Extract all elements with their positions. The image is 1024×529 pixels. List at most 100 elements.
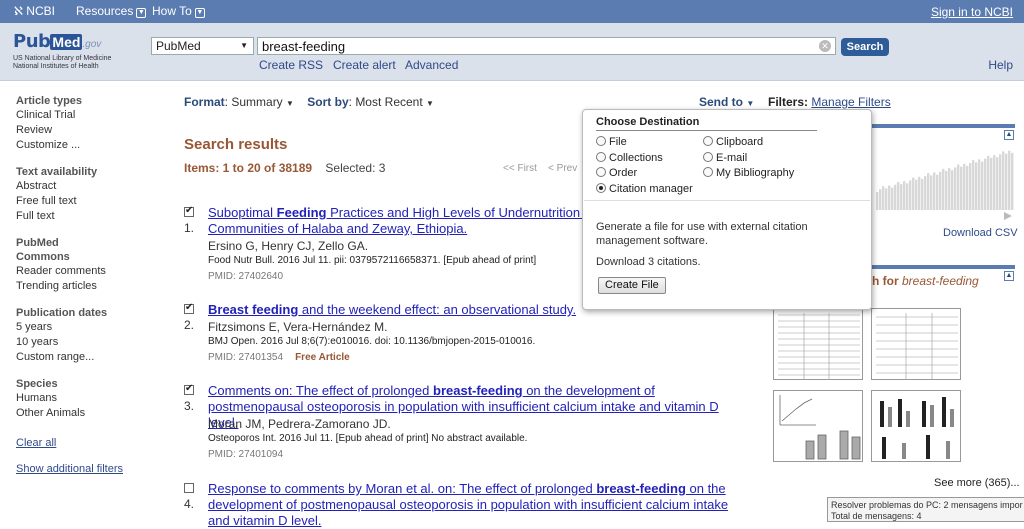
- sign-in-link[interactable]: Sign in to NCBI: [931, 5, 1013, 19]
- pmc-image-thumbnail[interactable]: [773, 390, 863, 462]
- histogram-bar: [924, 176, 927, 210]
- sidebar-group-heading: Species: [16, 378, 58, 390]
- radio-icon: [596, 167, 606, 177]
- send-to-dropdown[interactable]: Send to ▼: [699, 95, 754, 109]
- histogram-bar: [921, 178, 924, 210]
- result-title-link[interactable]: Response to comments by Moran et al. on:…: [208, 481, 748, 529]
- play-icon[interactable]: [1004, 212, 1012, 220]
- help-link[interactable]: Help: [988, 58, 1013, 72]
- destination-radio[interactable]: E-mail: [703, 151, 747, 164]
- highlighted-term: Breast feeding: [208, 302, 299, 317]
- database-select[interactable]: PubMed ▼: [151, 37, 254, 55]
- histogram-bar: [897, 181, 900, 210]
- clear-all-filters-link[interactable]: Clear all: [16, 437, 56, 449]
- histogram-bar: [903, 181, 906, 210]
- destination-radio[interactable]: Order: [596, 167, 637, 179]
- selected-count: Selected: 3: [325, 161, 386, 175]
- sidebar-filter-item[interactable]: Abstract: [16, 179, 166, 194]
- result-authors: Moran JM, Pedrera-Zamorano JD.: [208, 417, 391, 431]
- sidebar-filter-item[interactable]: Free full text: [16, 194, 166, 209]
- sidebar-filter-item[interactable]: Customize ...: [16, 138, 166, 153]
- destination-radio[interactable]: My Bibliography: [703, 167, 794, 179]
- pmc-image-thumbnail[interactable]: [773, 308, 863, 380]
- histogram-bar: [1005, 153, 1008, 210]
- histogram-bar: [906, 183, 909, 210]
- popup-separator: [584, 200, 870, 201]
- result-journal: BMJ Open. 2016 Jul 8;6(7):e010016. doi: …: [208, 336, 536, 347]
- advanced-search-link[interactable]: Advanced: [405, 58, 458, 72]
- histogram-bar: [936, 174, 939, 210]
- format-dropdown[interactable]: Format: Summary ▼: [184, 95, 294, 109]
- ncbi-top-bar: ℵ NCBI Resources ▼ How To ▼ Sign in to NCB…: [0, 0, 1024, 23]
- title-text: and the weekend effect: an observational…: [298, 302, 577, 317]
- search-input[interactable]: [257, 37, 836, 55]
- pmc-image-thumbnail[interactable]: [871, 390, 961, 462]
- histogram-bar: [945, 171, 948, 210]
- create-alert-link[interactable]: Create alert: [333, 58, 396, 72]
- title-text: Practices and High Levels of Undernutrit…: [326, 205, 603, 220]
- destination-radio[interactable]: File: [596, 136, 627, 148]
- sidebar-filter-item[interactable]: Review: [16, 123, 166, 138]
- system-notification-tooltip: Resolver problemas do PC: 2 mensagens im…: [827, 497, 1024, 522]
- chevron-down-icon: ▼: [286, 99, 294, 108]
- resources-menu[interactable]: Resources ▼: [76, 4, 147, 18]
- histogram-bar: [933, 172, 936, 210]
- howto-menu[interactable]: How To ▼: [152, 4, 205, 18]
- histogram-bar: [942, 168, 945, 210]
- sidebar-filter-item[interactable]: 10 years: [16, 335, 166, 350]
- histogram-bar: [900, 184, 903, 210]
- free-article-badge[interactable]: Free Article: [295, 352, 350, 363]
- sidebar-filter-item[interactable]: Reader comments: [16, 264, 166, 279]
- pmc-image-thumbnail[interactable]: [871, 308, 961, 380]
- highlighted-term: Feeding: [276, 205, 327, 220]
- sort-dropdown[interactable]: Sort by: Most Recent ▼: [307, 95, 434, 109]
- histogram-bar: [912, 177, 915, 210]
- histogram-bar: [954, 167, 957, 210]
- highlighted-term: breast-feeding: [596, 481, 686, 496]
- pubmed-logo[interactable]: Pub Med .gov US National Library of Medici…: [13, 31, 143, 77]
- filters-area: Filters: Manage Filters: [768, 95, 891, 109]
- histogram-bar: [981, 161, 984, 210]
- sidebar-filter-item[interactable]: Humans: [16, 391, 166, 406]
- sidebar-filter-item[interactable]: Full text: [16, 209, 166, 224]
- destination-radio[interactable]: Citation manager: [596, 182, 693, 195]
- result-checkbox[interactable]: [184, 205, 194, 217]
- first-page-link[interactable]: << First: [503, 163, 537, 174]
- histogram-bar: [948, 168, 951, 210]
- result-journal: Food Nutr Bull. 2016 Jul 11. pii: 037957…: [208, 255, 537, 266]
- destination-radio[interactable]: Collections: [596, 151, 663, 164]
- title-text: Suboptimal: [208, 205, 277, 220]
- search-button[interactable]: Search: [841, 38, 889, 56]
- collapse-icon[interactable]: ▲: [1004, 271, 1014, 281]
- histogram-bar: [879, 189, 882, 210]
- chevron-down-icon: ▼: [746, 99, 755, 108]
- sidebar-filter-item[interactable]: Trending articles: [16, 279, 166, 294]
- ncbi-logo[interactable]: ℵ NCBI: [14, 4, 55, 18]
- sidebar-filter-item[interactable]: Clinical Trial: [16, 108, 166, 123]
- result-checkbox[interactable]: [184, 383, 194, 395]
- results-by-year-histogram[interactable]: [876, 148, 1014, 223]
- see-more-link[interactable]: See more (365)...: [934, 477, 1020, 489]
- create-file-button[interactable]: Create File: [598, 277, 666, 294]
- histogram-bar: [996, 157, 999, 210]
- result-pmid: PMID: 27402640: [208, 271, 284, 282]
- collapse-icon[interactable]: ▲: [1004, 130, 1014, 140]
- download-csv-link[interactable]: Download CSV: [943, 227, 1018, 239]
- sidebar-filter-item[interactable]: 5 years: [16, 320, 166, 335]
- histogram-bar: [1011, 152, 1014, 210]
- destination-radio[interactable]: Clipboard: [703, 136, 763, 148]
- result-checkbox[interactable]: [184, 302, 194, 314]
- histogram-bar: [1002, 151, 1005, 210]
- clear-search-icon[interactable]: ✕: [819, 40, 831, 52]
- manage-filters-link[interactable]: Manage Filters: [811, 95, 890, 109]
- dropdown-arrow-icon: ▼: [240, 41, 248, 50]
- prev-page-link[interactable]: < Prev: [548, 163, 577, 174]
- sidebar-filter-item[interactable]: Custom range...: [16, 350, 166, 365]
- sidebar-filter-item[interactable]: Other Animals: [16, 406, 166, 421]
- show-additional-filters-link[interactable]: Show additional filters: [16, 463, 123, 475]
- histogram-bar: [939, 171, 942, 210]
- highlighted-term: breast-feeding: [433, 383, 523, 398]
- histogram-bar: [972, 160, 975, 210]
- create-rss-link[interactable]: Create RSS: [259, 58, 323, 72]
- result-checkbox[interactable]: [184, 483, 194, 493]
